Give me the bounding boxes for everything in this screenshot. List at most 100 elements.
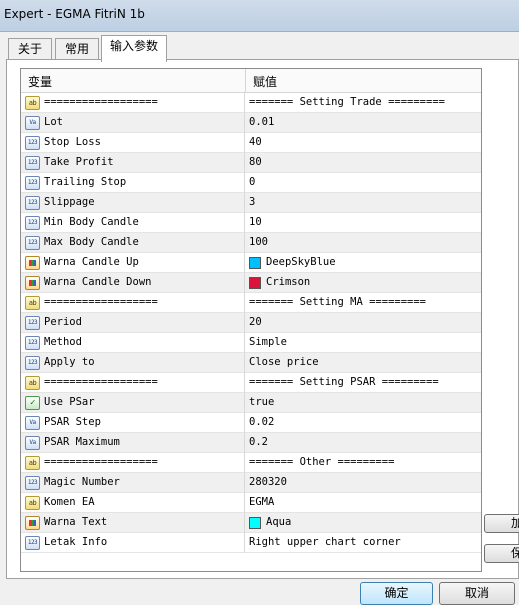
table-row[interactable]: 123 Min Body Candle 10 <box>21 213 481 233</box>
variable-name: Min Body Candle <box>44 216 139 228</box>
variable-cell: Va Lot <box>21 113 245 133</box>
value-cell[interactable]: EGMA <box>245 493 481 513</box>
value-cell[interactable]: ======= Setting PSAR ========= <box>245 373 481 393</box>
table-row[interactable]: ab ================== ======= Setting MA =… <box>21 293 481 313</box>
table-row[interactable]: Warna Candle Up DeepSkyBlue <box>21 253 481 273</box>
variable-name: ================== <box>44 296 158 308</box>
value-cell[interactable]: Aqua <box>245 513 481 533</box>
variable-name: Take Profit <box>44 156 114 168</box>
table-row[interactable]: 123 Take Profit 80 <box>21 153 481 173</box>
table-row[interactable]: 123 Period 20 <box>21 313 481 333</box>
variable-cell: 123 Max Body Candle <box>21 233 245 253</box>
table-row[interactable]: 123 Apply to Close price <box>21 353 481 373</box>
table-row[interactable]: Warna Candle Down Crimson <box>21 273 481 293</box>
variable-name: Magic Number <box>44 476 120 488</box>
tab-common[interactable]: 常用 <box>55 38 99 59</box>
table-row[interactable]: 123 Max Body Candle 100 <box>21 233 481 253</box>
variable-name: Warna Text <box>44 516 108 528</box>
value-cell[interactable]: 280320 <box>245 473 481 493</box>
variable-value: 100 <box>249 236 268 248</box>
value-cell[interactable]: 0.01 <box>245 113 481 133</box>
save-button[interactable]: 保存 <box>484 544 519 563</box>
value-cell[interactable]: 10 <box>245 213 481 233</box>
value-cell[interactable]: ======= Setting Trade ========= <box>245 93 481 113</box>
value-cell[interactable]: 0.2 <box>245 433 481 453</box>
variable-value: 0.01 <box>249 116 275 128</box>
variable-cell: 123 Letak Info <box>21 533 245 553</box>
variable-name: Use PSar <box>44 396 95 408</box>
column-separator[interactable] <box>245 69 246 92</box>
value-cell[interactable]: Crimson <box>245 273 481 293</box>
table-row[interactable]: 123 Magic Number 280320 <box>21 473 481 493</box>
variable-value: DeepSkyBlue <box>266 256 336 268</box>
value-cell[interactable]: ======= Setting MA ========= <box>245 293 481 313</box>
column-header-value[interactable]: 赋值 <box>253 73 277 90</box>
variable-value: Close price <box>249 356 319 368</box>
value-cell[interactable]: true <box>245 393 481 413</box>
variable-name: ================== <box>44 96 158 108</box>
integer-icon: 123 <box>25 316 40 330</box>
value-cell[interactable]: 40 <box>245 133 481 153</box>
variable-name: Komen EA <box>44 496 95 508</box>
load-button[interactable]: 加载 <box>484 514 519 533</box>
table-row[interactable]: Va PSAR Step 0.02 <box>21 413 481 433</box>
table-row[interactable]: 123 Letak Info Right upper chart corner <box>21 533 481 553</box>
string-icon: ab <box>25 376 40 390</box>
column-header-variable[interactable]: 变量 <box>28 73 52 90</box>
table-row[interactable]: Warna Text Aqua <box>21 513 481 533</box>
table-row[interactable]: 123 Slippage 3 <box>21 193 481 213</box>
variable-name: Method <box>44 336 82 348</box>
table-row[interactable]: ab ================== ======= Setting Trad… <box>21 93 481 113</box>
boolean-icon: ✓ <box>25 396 40 410</box>
value-cell[interactable]: 20 <box>245 313 481 333</box>
variable-value: 20 <box>249 316 262 328</box>
value-cell[interactable]: 0 <box>245 173 481 193</box>
table-row[interactable]: 123 Trailing Stop 0 <box>21 173 481 193</box>
variable-name: Max Body Candle <box>44 236 139 248</box>
tab-inputs[interactable]: 输入参数 <box>101 35 167 62</box>
variable-value: EGMA <box>249 496 275 508</box>
integer-icon: 123 <box>25 356 40 370</box>
value-cell[interactable]: 3 <box>245 193 481 213</box>
variable-value: 280320 <box>249 476 287 488</box>
value-cell[interactable]: Simple <box>245 333 481 353</box>
value-cell[interactable]: DeepSkyBlue <box>245 253 481 273</box>
variable-name: Stop Loss <box>44 136 101 148</box>
tab-about[interactable]: 关于 <box>8 38 52 59</box>
variable-name: PSAR Maximum <box>44 436 120 448</box>
variable-cell: ab ================== <box>21 373 245 393</box>
variable-value: ======= Setting Trade ========= <box>249 96 445 108</box>
table-row[interactable]: ✓ Use PSar true <box>21 393 481 413</box>
double-value-icon: Va <box>25 416 40 430</box>
variable-cell: Va PSAR Step <box>21 413 245 433</box>
table-row[interactable]: 123 Stop Loss 40 <box>21 133 481 153</box>
table-row[interactable]: 123 Method Simple <box>21 333 481 353</box>
variable-cell: Warna Text <box>21 513 245 533</box>
color-swatch <box>249 257 261 269</box>
color-icon <box>25 276 40 290</box>
value-cell[interactable]: 0.02 <box>245 413 481 433</box>
table-row[interactable]: ab ================== ======= Other ======… <box>21 453 481 473</box>
color-swatch <box>249 277 261 289</box>
color-swatch <box>249 517 261 529</box>
variable-cell: 123 Min Body Candle <box>21 213 245 233</box>
value-cell[interactable]: Right upper chart corner <box>245 533 481 553</box>
variable-value: 10 <box>249 216 262 228</box>
variable-value: Simple <box>249 336 287 348</box>
variable-cell: 123 Slippage <box>21 193 245 213</box>
integer-icon: 123 <box>25 196 40 210</box>
table-row[interactable]: Va Lot 0.01 <box>21 113 481 133</box>
value-cell[interactable]: 80 <box>245 153 481 173</box>
tab-strip: 关于 常用 输入参数 <box>0 31 519 62</box>
table-row[interactable]: ab Komen EA EGMA <box>21 493 481 513</box>
variable-value: Crimson <box>266 276 311 288</box>
value-cell[interactable]: ======= Other ========= <box>245 453 481 473</box>
string-icon: ab <box>25 96 40 110</box>
value-cell[interactable]: 100 <box>245 233 481 253</box>
variable-name: Lot <box>44 116 63 128</box>
table-row[interactable]: Va PSAR Maximum 0.2 <box>21 433 481 453</box>
value-cell[interactable]: Close price <box>245 353 481 373</box>
variable-cell: 123 Take Profit <box>21 153 245 173</box>
variable-value: true <box>249 396 275 408</box>
table-row[interactable]: ab ================== ======= Setting PSAR… <box>21 373 481 393</box>
